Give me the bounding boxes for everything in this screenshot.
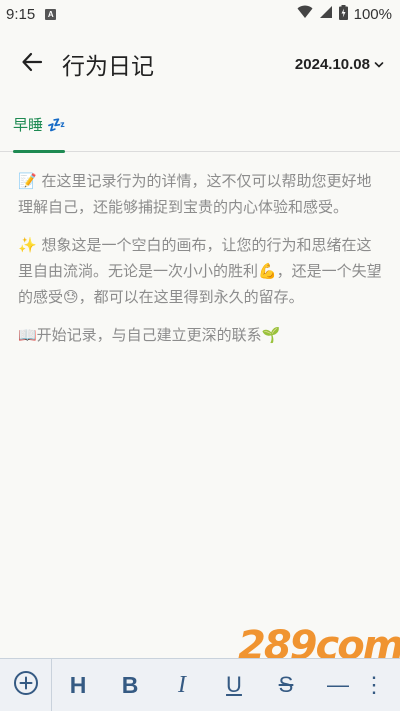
plus-circle-icon — [13, 670, 39, 700]
heading-button[interactable]: H — [52, 659, 104, 711]
editor-paragraph: 📝 在这里记录行为的详情，这不仅可以帮助您更好地理解自己，还能够捕捉到宝贵的内心… — [18, 172, 372, 216]
battery-icon — [338, 4, 348, 24]
date-picker[interactable]: 2024.10.08 — [295, 56, 384, 73]
editor-paragraph: ✨ 想象这是一个空白的画布，让您的行为和思绪在这里自由流淌。无论是一次小小的胜利… — [18, 236, 382, 306]
tab-label: 早睡 💤 — [13, 114, 66, 135]
italic-button[interactable]: I — [156, 659, 208, 711]
battery-percent: 100% — [353, 5, 392, 23]
wifi-icon — [297, 5, 313, 23]
status-time: 9:15 — [6, 5, 36, 23]
tab-early-sleep[interactable]: 早睡 💤 — [13, 114, 66, 153]
arrow-left-icon — [21, 51, 43, 77]
app-notification-icon: A — [45, 8, 57, 20]
underline-button[interactable]: U — [208, 659, 260, 711]
signal-icon — [319, 5, 333, 23]
insert-button[interactable] — [0, 658, 52, 711]
page-title: 行为日记 — [62, 54, 154, 80]
back-button[interactable] — [12, 44, 52, 84]
status-right: 100% — [297, 4, 392, 24]
more-button[interactable]: ⋮ — [363, 659, 385, 711]
date-label: 2024.10.08 — [294, 55, 370, 73]
strikethrough-button[interactable]: S — [260, 659, 312, 711]
tab-label-text: 早睡 — [13, 116, 44, 134]
habit-tabs: 早睡 💤 — [0, 108, 400, 153]
divider-button[interactable]: — — [312, 659, 364, 711]
app-header: 行为日记 2024.10.08 — [0, 36, 400, 92]
tab-indicator — [13, 150, 65, 153]
zzz-icon: 💤 — [47, 115, 66, 134]
chevron-down-icon — [374, 56, 384, 73]
editor-paragraph: 📖开始记录，与自己建立更深的联系🌱 — [18, 326, 281, 344]
status-bar: 9:15 A 100% — [0, 0, 400, 28]
format-toolbar: H B I U S — ⋮ — [0, 658, 400, 711]
diary-editor[interactable]: 📝 在这里记录行为的详情，这不仅可以帮助您更好地理解自己，还能够捕捉到宝贵的内心… — [18, 168, 382, 360]
bold-button[interactable]: B — [104, 659, 156, 711]
